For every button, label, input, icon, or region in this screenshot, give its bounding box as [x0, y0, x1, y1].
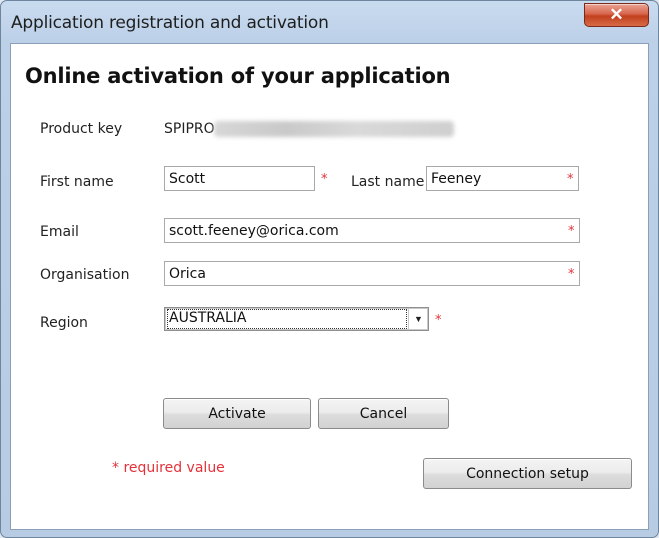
- first-name-input[interactable]: [165, 167, 314, 190]
- dialog-window: Application registration and activation …: [0, 0, 659, 538]
- cancel-button[interactable]: Cancel: [318, 398, 449, 429]
- last-name-field[interactable]: [426, 166, 579, 191]
- organisation-input[interactable]: [165, 262, 579, 285]
- organisation-field[interactable]: [164, 261, 580, 286]
- first-name-field[interactable]: [164, 166, 315, 191]
- dialog-content: Online activation of your application Pr…: [10, 43, 649, 530]
- organisation-required-marker: *: [568, 267, 575, 282]
- window-title: Application registration and activation: [11, 13, 329, 33]
- email-input[interactable]: [165, 219, 579, 242]
- product-key-label: Product key: [40, 121, 123, 137]
- required-value-note: * required value: [112, 460, 225, 476]
- page-title: Online activation of your application: [25, 64, 451, 88]
- connection-setup-button[interactable]: Connection setup: [423, 458, 632, 489]
- product-key-redacted: [214, 121, 454, 137]
- region-label: Region: [40, 315, 88, 331]
- chevron-down-icon[interactable]: ▼: [408, 308, 428, 330]
- email-field[interactable]: [164, 218, 580, 243]
- region-select[interactable]: AUSTRALIA ▼: [164, 307, 429, 331]
- organisation-label: Organisation: [40, 267, 130, 283]
- close-icon: ✕: [609, 5, 624, 24]
- activate-button[interactable]: Activate: [163, 398, 311, 429]
- email-label: Email: [40, 224, 79, 240]
- title-bar[interactable]: Application registration and activation …: [1, 1, 658, 43]
- product-key-value: SPIPRO: [164, 121, 215, 137]
- email-required-marker: *: [568, 224, 575, 239]
- first-name-label: First name: [40, 174, 114, 190]
- close-button[interactable]: ✕: [584, 3, 649, 27]
- last-name-label: Last name: [351, 174, 425, 190]
- last-name-input[interactable]: [427, 167, 578, 190]
- region-selected-value: AUSTRALIA: [167, 309, 407, 329]
- last-name-required-marker: *: [567, 172, 574, 187]
- region-required-marker: *: [435, 313, 442, 328]
- first-name-required-marker: *: [321, 172, 328, 187]
